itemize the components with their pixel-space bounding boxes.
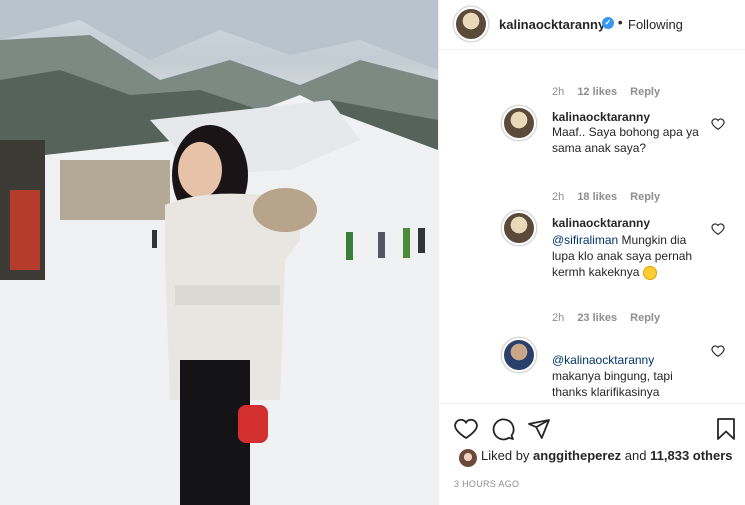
comment-avatar[interactable] <box>502 211 536 245</box>
post-header: kalinaocktaranny ✓ • Following <box>439 0 745 50</box>
comment-likes[interactable]: 18 likes <box>577 191 617 203</box>
commenter-avatar[interactable] <box>502 106 536 140</box>
comment-author[interactable]: kalinaocktaranny <box>552 216 650 230</box>
reply-button[interactable]: Reply <box>630 191 660 203</box>
comment-text: Maaf.. Saya bohong apa ya sama anak saya… <box>552 125 699 155</box>
post-timestamp[interactable]: 3 HOURS AGO <box>454 479 519 489</box>
comment-time: 2h <box>552 312 565 324</box>
post-photo[interactable] <box>0 0 438 505</box>
commenter-avatar[interactable] <box>502 338 536 372</box>
reply-button[interactable]: Reply <box>630 312 660 324</box>
liked-by-prefix: Liked by <box>481 448 530 463</box>
comments-list[interactable]: 2h 12 likes Reply kalinaocktaranny Maaf.… <box>439 58 745 403</box>
comment-body: @kalinaocktaranny makanya bingung, tapi … <box>552 352 702 400</box>
verified-badge-icon: ✓ <box>602 17 614 29</box>
liked-by-avatar[interactable] <box>459 449 477 467</box>
ski-slope-scene <box>0 0 438 505</box>
liked-by-user[interactable]: anggitheperez <box>533 448 621 463</box>
comment-avatar[interactable] <box>502 106 536 140</box>
bookmark-icon[interactable] <box>714 417 738 441</box>
comment-like-heart-icon[interactable] <box>711 344 725 358</box>
comment-likes[interactable]: 12 likes <box>577 86 617 98</box>
liked-by-line: Liked by anggitheperez and 11,833 others <box>481 448 733 463</box>
commenter-avatar[interactable] <box>502 211 536 245</box>
comment-likes[interactable]: 23 likes <box>577 312 617 324</box>
comment-mention[interactable]: @kalinaocktaranny <box>552 353 654 367</box>
comment-body: @sifiraliman Mungkin dia lupa klo anak s… <box>552 232 712 280</box>
comment-meta: 2h 23 likes Reply <box>552 312 660 324</box>
comment-like-heart-icon[interactable] <box>711 117 725 131</box>
reply-button[interactable]: Reply <box>630 86 660 98</box>
liked-by-and: and <box>624 448 647 463</box>
likes-count[interactable]: 11,833 others <box>650 448 732 463</box>
header-separator: • <box>618 15 623 30</box>
heart-icon[interactable] <box>454 417 478 441</box>
smile-emoji <box>642 265 657 280</box>
following-button[interactable]: Following <box>628 17 683 32</box>
comment-like-heart-icon[interactable] <box>711 222 725 236</box>
share-icon[interactable] <box>527 417 551 441</box>
comment-mention[interactable]: @sifiraliman <box>552 233 618 247</box>
author-username[interactable]: kalinaocktaranny <box>499 17 605 32</box>
comment-avatar[interactable] <box>502 338 536 372</box>
comment-icon[interactable] <box>491 417 515 441</box>
comment-meta: 2h 12 likes Reply <box>552 86 660 98</box>
comment-author[interactable]: kalinaocktaranny <box>552 110 650 124</box>
comment-time: 2h <box>552 86 565 98</box>
post-detail-panel: kalinaocktaranny ✓ • Following 2h 12 lik… <box>438 0 745 505</box>
comment-time: 2h <box>552 191 565 203</box>
post-actions: Liked by anggitheperez and 11,833 others… <box>439 403 745 505</box>
comment-meta: 2h 18 likes Reply <box>552 191 660 203</box>
comment-text: makanya bingung, tapi thanks klarifikasi… <box>552 369 673 399</box>
author-avatar[interactable] <box>454 7 488 41</box>
